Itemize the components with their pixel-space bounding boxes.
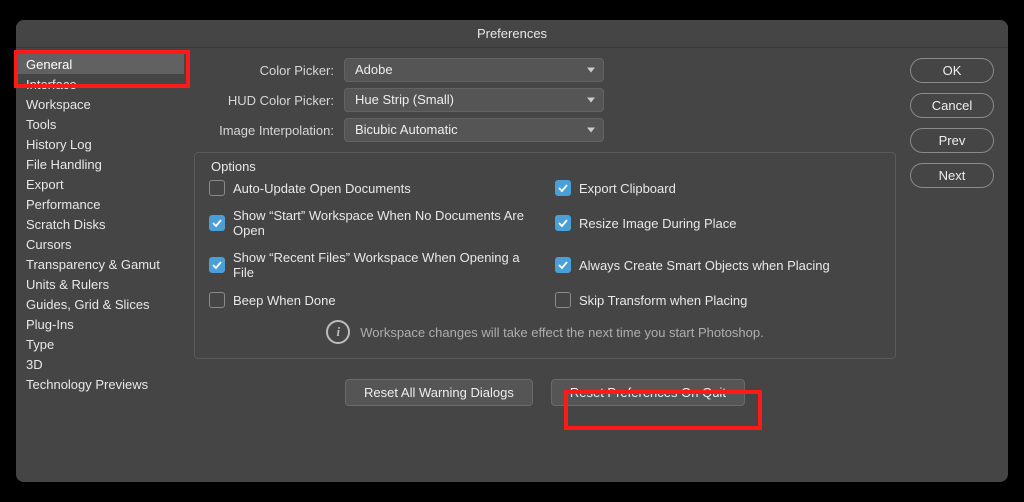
option-label: Always Create Smart Objects when Placing	[579, 258, 830, 273]
option-label: Skip Transform when Placing	[579, 293, 747, 308]
sidebar-item[interactable]: Interface	[16, 74, 184, 94]
hud-color-picker-label: HUD Color Picker:	[194, 93, 334, 108]
option-label: Auto-Update Open Documents	[233, 181, 411, 196]
sidebar-item[interactable]: Performance	[16, 194, 184, 214]
color-picker-row: Color Picker: Adobe	[194, 58, 896, 82]
option-label: Export Clipboard	[579, 181, 676, 196]
sidebar-item[interactable]: Tools	[16, 114, 184, 134]
info-row: i Workspace changes will take effect the…	[209, 320, 881, 344]
color-picker-label: Color Picker:	[194, 63, 334, 78]
window-title: Preferences	[16, 20, 1008, 48]
hud-color-picker-select[interactable]: Hue Strip (Small)	[344, 88, 604, 112]
sidebar-item[interactable]: General	[16, 54, 184, 74]
checkbox-box	[555, 292, 571, 308]
checkmark-icon	[209, 215, 225, 231]
sidebar-item[interactable]: Type	[16, 334, 184, 354]
image-interpolation-select[interactable]: Bicubic Automatic	[344, 118, 604, 142]
option-checkbox[interactable]: Export Clipboard	[555, 180, 881, 196]
image-interpolation-row: Image Interpolation: Bicubic Automatic	[194, 118, 896, 142]
cancel-button[interactable]: Cancel	[910, 93, 994, 118]
sidebar-item[interactable]: History Log	[16, 134, 184, 154]
sidebar-item[interactable]: File Handling	[16, 154, 184, 174]
option-label: Show “Recent Files” Workspace When Openi…	[233, 250, 535, 280]
sidebar-item[interactable]: Transparency & Gamut	[16, 254, 184, 274]
option-checkbox[interactable]: Skip Transform when Placing	[555, 292, 881, 308]
checkbox-box	[209, 292, 225, 308]
window-body: GeneralInterfaceWorkspaceToolsHistory Lo…	[16, 48, 1008, 482]
options-grid: Auto-Update Open Documents Export Clipboa…	[209, 180, 881, 308]
options-fieldset: Options Auto-Update Open Documents Export…	[194, 152, 896, 359]
sidebar-item[interactable]: Plug-Ins	[16, 314, 184, 334]
sidebar-item[interactable]: Export	[16, 174, 184, 194]
sidebar-item[interactable]: Units & Rulers	[16, 274, 184, 294]
right-button-column: OK Cancel Prev Next	[910, 48, 1008, 482]
sidebar-item[interactable]: Scratch Disks	[16, 214, 184, 234]
sidebar-item[interactable]: Technology Previews	[16, 374, 184, 394]
option-checkbox[interactable]: Show “Recent Files” Workspace When Openi…	[209, 250, 535, 280]
preferences-window: Preferences GeneralInterfaceWorkspaceToo…	[16, 20, 1008, 482]
info-text: Workspace changes will take effect the n…	[360, 325, 763, 340]
category-sidebar: GeneralInterfaceWorkspaceToolsHistory Lo…	[16, 48, 184, 482]
next-button[interactable]: Next	[910, 163, 994, 188]
content-area: Color Picker: Adobe HUD Color Picker: Hu…	[184, 48, 910, 482]
prev-button[interactable]: Prev	[910, 128, 994, 153]
ok-button[interactable]: OK	[910, 58, 994, 83]
checkbox-box	[209, 180, 225, 196]
option-label: Beep When Done	[233, 293, 336, 308]
image-interpolation-label: Image Interpolation:	[194, 123, 334, 138]
checkmark-icon	[555, 257, 571, 273]
checkmark-icon	[209, 257, 225, 273]
option-label: Show “Start” Workspace When No Documents…	[233, 208, 535, 238]
hud-color-picker-row: HUD Color Picker: Hue Strip (Small)	[194, 88, 896, 112]
option-checkbox[interactable]: Show “Start” Workspace When No Documents…	[209, 208, 535, 238]
reset-warnings-button[interactable]: Reset All Warning Dialogs	[345, 379, 533, 406]
reset-prefs-button[interactable]: Reset Preferences On Quit	[551, 379, 745, 406]
option-checkbox[interactable]: Resize Image During Place	[555, 208, 881, 238]
options-legend: Options	[209, 159, 881, 178]
checkmark-icon	[555, 180, 571, 196]
sidebar-item[interactable]: Cursors	[16, 234, 184, 254]
sidebar-item[interactable]: Workspace	[16, 94, 184, 114]
option-label: Resize Image During Place	[579, 216, 737, 231]
sidebar-item[interactable]: Guides, Grid & Slices	[16, 294, 184, 314]
info-icon: i	[326, 320, 350, 344]
checkmark-icon	[555, 215, 571, 231]
option-checkbox[interactable]: Auto-Update Open Documents	[209, 180, 535, 196]
bottom-buttons: Reset All Warning Dialogs Reset Preferen…	[194, 379, 896, 406]
sidebar-item[interactable]: 3D	[16, 354, 184, 374]
option-checkbox[interactable]: Beep When Done	[209, 292, 535, 308]
color-picker-select[interactable]: Adobe	[344, 58, 604, 82]
option-checkbox[interactable]: Always Create Smart Objects when Placing	[555, 250, 881, 280]
